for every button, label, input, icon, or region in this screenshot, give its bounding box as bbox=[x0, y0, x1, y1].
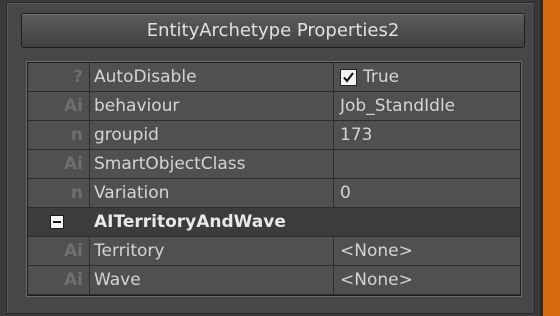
property-row-behaviour[interactable]: Ai behaviour Job_StandIdle bbox=[28, 92, 520, 121]
number-type-icon: n bbox=[28, 179, 90, 207]
window-title: EntityArchetype Properties2 bbox=[146, 20, 400, 41]
string-type-icon: Ai bbox=[28, 150, 90, 178]
property-name: behaviour bbox=[90, 92, 334, 120]
property-grid: ? AutoDisable True Ai behaviour Job_Stan… bbox=[27, 62, 521, 296]
property-name: AutoDisable bbox=[90, 63, 334, 91]
collapse-minus-icon[interactable] bbox=[50, 215, 64, 229]
property-name: Variation bbox=[90, 179, 334, 207]
section-header-aiterritoryandwave[interactable]: AITerritoryAndWave bbox=[28, 208, 520, 237]
property-row-wave[interactable]: Ai Wave <None> bbox=[28, 266, 520, 295]
property-row-autodisable[interactable]: ? AutoDisable True bbox=[28, 63, 520, 92]
accent-side-strip bbox=[540, 0, 560, 316]
property-row-smartobjectclass[interactable]: Ai SmartObjectClass bbox=[28, 150, 520, 179]
section-label: AITerritoryAndWave bbox=[94, 212, 286, 232]
property-name: Territory bbox=[90, 237, 334, 265]
bool-type-icon: ? bbox=[28, 63, 90, 91]
autodisable-checkbox[interactable] bbox=[340, 68, 357, 86]
property-value[interactable]: <None> bbox=[334, 237, 520, 265]
property-value[interactable] bbox=[334, 150, 520, 178]
string-type-icon: Ai bbox=[28, 266, 90, 294]
string-type-icon: Ai bbox=[28, 237, 90, 265]
property-value[interactable]: 0 bbox=[334, 179, 520, 207]
window-titlebar[interactable]: EntityArchetype Properties2 bbox=[21, 13, 525, 48]
property-name: SmartObjectClass bbox=[90, 150, 334, 178]
property-row-variation[interactable]: n Variation 0 bbox=[28, 179, 520, 208]
property-name: Wave bbox=[90, 266, 334, 294]
property-value[interactable]: 173 bbox=[334, 121, 520, 149]
property-value[interactable]: <None> bbox=[334, 266, 520, 294]
string-type-icon: Ai bbox=[28, 92, 90, 120]
property-row-territory[interactable]: Ai Territory <None> bbox=[28, 237, 520, 266]
property-row-groupid[interactable]: n groupid 173 bbox=[28, 121, 520, 150]
checkmark-icon bbox=[343, 71, 354, 83]
property-value[interactable]: Job_StandIdle bbox=[334, 92, 520, 120]
property-value[interactable]: True bbox=[334, 63, 520, 91]
property-name: groupid bbox=[90, 121, 334, 149]
checkbox-label: True bbox=[363, 67, 400, 87]
number-type-icon: n bbox=[28, 121, 90, 149]
